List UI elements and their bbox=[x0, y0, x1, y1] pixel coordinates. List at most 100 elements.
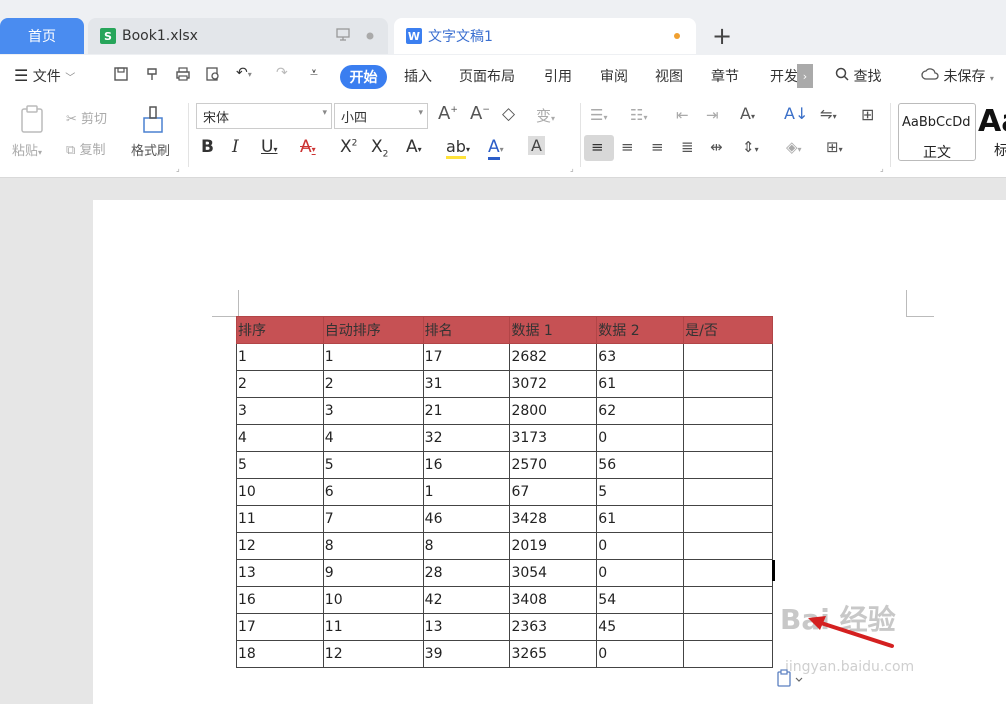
sort-icon[interactable]: A↓ bbox=[784, 104, 808, 123]
cell-rank[interactable]: 39 bbox=[422, 640, 511, 668]
align-right-icon[interactable]: ≡ bbox=[651, 138, 664, 156]
tab-page-layout[interactable]: 页面布局 bbox=[459, 66, 515, 86]
cell-data-2[interactable]: 63 bbox=[596, 343, 685, 371]
tab-book1-xlsx[interactable]: S Book1.xlsx bbox=[88, 18, 388, 54]
strikethrough-icon[interactable]: A▾ bbox=[300, 137, 316, 157]
cell-sort[interactable]: 4 bbox=[236, 424, 324, 452]
paste-button[interactable]: 粘贴▾ bbox=[12, 140, 42, 159]
cell-data-1[interactable]: 3408 bbox=[509, 586, 598, 614]
align-center-icon[interactable]: ≡ bbox=[621, 138, 634, 156]
cell-rank[interactable]: 16 bbox=[422, 451, 511, 479]
cell-auto-sort[interactable]: 8 bbox=[322, 532, 424, 560]
find-button[interactable]: 查找 bbox=[835, 66, 881, 86]
cell-sort[interactable]: 17 bbox=[236, 613, 324, 641]
paste-options-icon[interactable] bbox=[776, 669, 804, 689]
char-shading-icon[interactable]: A bbox=[528, 136, 545, 155]
cell-data-2[interactable]: 45 bbox=[596, 613, 685, 641]
close-dot-icon[interactable] bbox=[366, 28, 374, 44]
grow-font-icon[interactable]: A+ bbox=[438, 103, 458, 124]
group-launcher-icon[interactable]: ⌟ bbox=[880, 164, 884, 173]
cell-rank[interactable]: 17 bbox=[422, 343, 511, 371]
numbered-list-icon[interactable]: ☷▾ bbox=[630, 106, 647, 124]
cell-sort[interactable]: 12 bbox=[236, 532, 324, 560]
style-normal[interactable]: AaBbCcDd 正文 bbox=[898, 103, 976, 161]
align-left-icon[interactable]: ≡ bbox=[591, 138, 604, 156]
cell-data-1[interactable]: 2570 bbox=[509, 451, 598, 479]
subscript-icon[interactable]: X2 bbox=[371, 137, 388, 159]
phonetic-guide-icon[interactable]: 变▾ bbox=[536, 105, 555, 126]
data-table[interactable]: 排序 自动排序 排名 数据 1 数据 2 是/否 1 1 17 2682 63 2 2 31 3… bbox=[236, 316, 773, 668]
tab-review[interactable]: 审阅 bbox=[600, 66, 628, 86]
cell-auto-sort[interactable]: 3 bbox=[322, 397, 424, 425]
cell-auto-sort[interactable]: 7 bbox=[322, 505, 424, 533]
tab-view[interactable]: 视图 bbox=[655, 66, 683, 86]
file-menu[interactable]: ☰ 文件 ﹀ bbox=[14, 66, 75, 86]
tab-developer[interactable]: 开发 bbox=[770, 66, 798, 86]
cell-yes-no[interactable] bbox=[683, 451, 773, 479]
tab-home[interactable]: 首页 bbox=[0, 18, 84, 54]
shading-icon[interactable]: ◈▾ bbox=[786, 138, 802, 156]
header-rank[interactable]: 排名 bbox=[422, 316, 511, 344]
cell-yes-no[interactable] bbox=[683, 478, 773, 506]
cell-auto-sort[interactable]: 9 bbox=[322, 559, 424, 587]
text-effect-icon[interactable]: A▾ bbox=[406, 137, 422, 157]
cell-yes-no[interactable] bbox=[683, 613, 773, 641]
underline-icon[interactable]: U▾ bbox=[261, 137, 277, 157]
cell-auto-sort[interactable]: 12 bbox=[322, 640, 424, 668]
cell-rank[interactable]: 31 bbox=[422, 370, 511, 398]
print-preview-icon[interactable] bbox=[205, 66, 221, 86]
cell-data-1[interactable]: 2363 bbox=[509, 613, 598, 641]
cell-auto-sort[interactable]: 11 bbox=[322, 613, 424, 641]
cell-data-2[interactable]: 5 bbox=[596, 478, 685, 506]
font-name-select[interactable]: 宋体 ▾ bbox=[196, 103, 332, 129]
cell-yes-no[interactable] bbox=[683, 640, 773, 668]
cell-rank[interactable]: 8 bbox=[422, 532, 511, 560]
menu-scroll-right-icon[interactable]: › bbox=[797, 64, 813, 88]
cell-data-1[interactable]: 3173 bbox=[509, 424, 598, 452]
table-icon[interactable]: ⊞ bbox=[861, 105, 874, 124]
cell-data-2[interactable]: 0 bbox=[596, 640, 685, 668]
cell-data-1[interactable]: 2019 bbox=[509, 532, 598, 560]
cell-auto-sort[interactable]: 10 bbox=[322, 586, 424, 614]
cell-data-2[interactable]: 0 bbox=[596, 532, 685, 560]
borders-icon[interactable]: ⊞▾ bbox=[826, 138, 843, 156]
cell-data-2[interactable]: 54 bbox=[596, 586, 685, 614]
superscript-icon[interactable]: X2 bbox=[340, 137, 357, 157]
cell-rank[interactable]: 28 bbox=[422, 559, 511, 587]
cell-data-1[interactable]: 3054 bbox=[509, 559, 598, 587]
format-painter-icon[interactable] bbox=[140, 104, 166, 138]
format-painter-label[interactable]: 格式刷 bbox=[131, 140, 170, 159]
cut-button[interactable]: ✂ 剪切 bbox=[66, 108, 107, 127]
cell-sort[interactable]: 18 bbox=[236, 640, 324, 668]
cell-yes-no[interactable] bbox=[683, 559, 773, 587]
cell-data-2[interactable]: 0 bbox=[596, 424, 685, 452]
cell-sort[interactable]: 1 bbox=[236, 343, 324, 371]
decrease-indent-icon[interactable]: ⇤ bbox=[676, 106, 689, 124]
cell-data-1[interactable]: 3265 bbox=[509, 640, 598, 668]
tab-document1[interactable]: W 文字文稿1 bbox=[394, 18, 696, 54]
cell-sort[interactable]: 10 bbox=[236, 478, 324, 506]
text-direction-icon[interactable]: A▾ bbox=[740, 104, 755, 123]
cell-yes-no[interactable] bbox=[683, 424, 773, 452]
justify-icon[interactable]: ≣ bbox=[681, 138, 694, 156]
cell-sort[interactable]: 13 bbox=[236, 559, 324, 587]
cell-data-1[interactable]: 2800 bbox=[509, 397, 598, 425]
bullet-list-icon[interactable]: ☰▾ bbox=[590, 106, 607, 124]
cell-rank[interactable]: 1 bbox=[422, 478, 511, 506]
print-icon[interactable] bbox=[175, 66, 191, 86]
cell-rank[interactable]: 13 bbox=[422, 613, 511, 641]
new-tab-button[interactable]: + bbox=[712, 22, 732, 50]
save-icon[interactable] bbox=[113, 66, 129, 86]
cell-sort[interactable]: 3 bbox=[236, 397, 324, 425]
redo-icon[interactable]: ↷ bbox=[276, 65, 288, 81]
cell-rank[interactable]: 42 bbox=[422, 586, 511, 614]
cell-auto-sort[interactable]: 6 bbox=[322, 478, 424, 506]
tab-insert[interactable]: 插入 bbox=[404, 66, 432, 86]
paste-icon[interactable] bbox=[18, 104, 46, 138]
copy-button[interactable]: ⧉ 复制 bbox=[66, 139, 105, 158]
cell-data-2[interactable]: 61 bbox=[596, 505, 685, 533]
cell-yes-no[interactable] bbox=[683, 586, 773, 614]
font-color-icon[interactable]: A▾ bbox=[488, 137, 504, 160]
cell-auto-sort[interactable]: 2 bbox=[322, 370, 424, 398]
cell-sort[interactable]: 11 bbox=[236, 505, 324, 533]
